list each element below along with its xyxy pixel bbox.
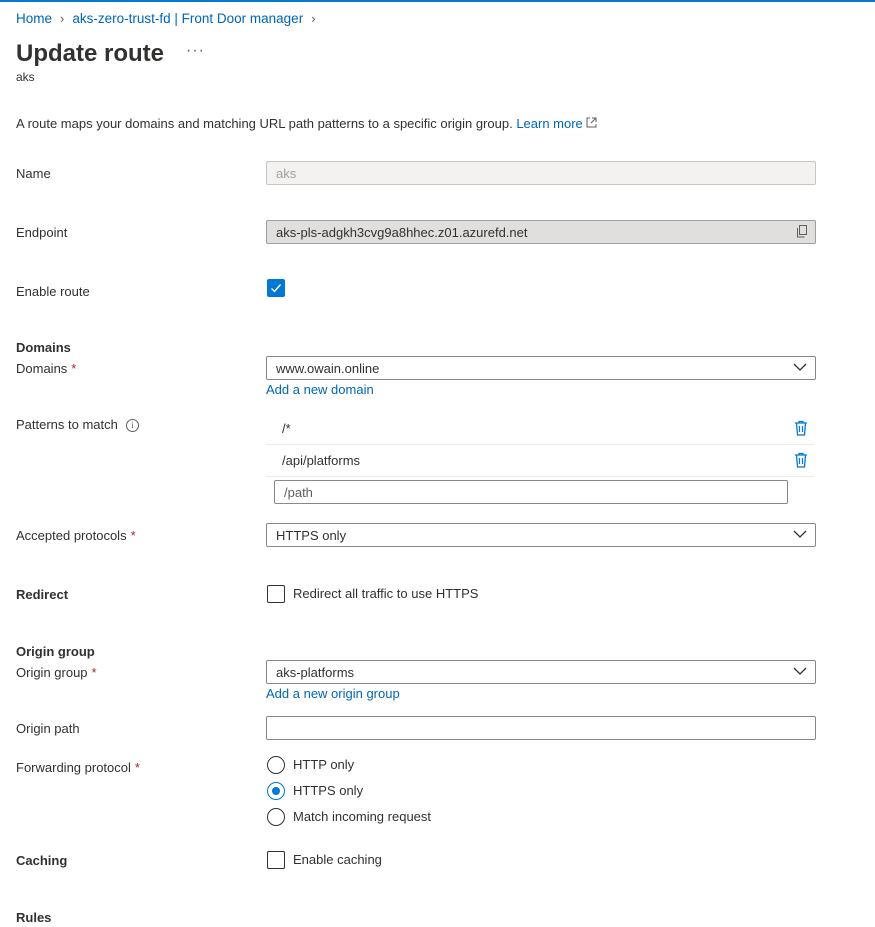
endpoint-label: Endpoint xyxy=(16,225,68,240)
redirect-https-checkbox[interactable] xyxy=(267,585,285,603)
chevron-down-icon xyxy=(793,363,807,371)
chevron-right-icon: › xyxy=(311,11,316,26)
name-label: Name xyxy=(16,166,51,181)
enable-route-checkbox[interactable] xyxy=(267,279,285,297)
domains-dropdown[interactable]: www.owain.online xyxy=(266,356,816,380)
redirect-https-label: Redirect all traffic to use HTTPS xyxy=(293,586,479,601)
forwarding-http-only-radio[interactable] xyxy=(267,756,285,774)
info-icon[interactable]: i xyxy=(125,419,139,432)
name-field: aks xyxy=(266,161,816,185)
forwarding-http-only-label: HTTP only xyxy=(293,757,355,772)
pattern-row: /* xyxy=(266,412,814,445)
rules-section-heading: Rules xyxy=(16,910,52,925)
breadcrumb-front-door-manager[interactable]: aks-zero-trust-fd | Front Door manager xyxy=(72,11,303,26)
breadcrumb-home[interactable]: Home xyxy=(16,11,52,26)
patterns-label: Patterns to match i xyxy=(16,417,139,432)
accepted-protocols-dropdown[interactable]: HTTPS only xyxy=(266,523,816,547)
page-subtitle: aks xyxy=(16,70,35,84)
origin-group-label: Origin group * xyxy=(16,665,97,680)
forwarding-https-only-label: HTTPS only xyxy=(293,783,364,798)
more-options-button[interactable]: ··· xyxy=(186,42,205,60)
delete-icon[interactable] xyxy=(794,420,808,436)
description: A route maps your domains and matching U… xyxy=(16,116,597,131)
domains-label: Domains * xyxy=(16,361,77,376)
learn-more-link[interactable]: Learn more xyxy=(516,116,597,131)
caching-section-heading: Caching xyxy=(16,853,68,868)
forwarding-match-incoming-label: Match incoming request xyxy=(293,809,432,824)
accepted-protocols-label: Accepted protocols * xyxy=(16,528,136,543)
enable-caching-label: Enable caching xyxy=(293,852,382,867)
origin-group-section-heading: Origin group xyxy=(16,644,95,659)
chevron-down-icon xyxy=(793,667,807,675)
top-accent-bar xyxy=(0,0,875,2)
endpoint-field: aks-pls-adgkh3cvg9a8hhec.z01.azurefd.net xyxy=(266,220,816,244)
delete-icon[interactable] xyxy=(794,452,808,468)
origin-group-dropdown[interactable]: aks-platforms xyxy=(266,660,816,684)
redirect-section-heading: Redirect xyxy=(16,587,69,602)
breadcrumb: Home › aks-zero-trust-fd | Front Door ma… xyxy=(16,11,324,26)
add-new-origin-group-link[interactable]: Add a new origin group xyxy=(266,686,400,701)
checkmark-icon xyxy=(271,284,282,293)
pattern-row: /api/platforms xyxy=(266,444,814,477)
forwarding-https-only-radio[interactable] xyxy=(267,782,285,800)
chevron-down-icon xyxy=(793,530,807,538)
external-link-icon xyxy=(586,117,597,128)
page-title: Update route xyxy=(16,40,165,67)
origin-path-input[interactable] xyxy=(266,716,816,740)
forwarding-match-incoming-radio[interactable] xyxy=(267,808,285,826)
chevron-right-icon: › xyxy=(60,11,65,26)
enable-caching-checkbox[interactable] xyxy=(267,851,285,869)
copy-icon[interactable] xyxy=(796,225,808,238)
forwarding-protocol-label: Forwarding protocol * xyxy=(16,760,140,775)
origin-path-label: Origin path xyxy=(16,721,80,736)
new-pattern-input[interactable]: /path xyxy=(274,480,788,504)
enable-route-label: Enable route xyxy=(16,284,90,299)
domains-section-heading: Domains xyxy=(16,340,71,355)
add-new-domain-link[interactable]: Add a new domain xyxy=(266,382,374,397)
description-text: A route maps your domains and matching U… xyxy=(16,116,513,131)
